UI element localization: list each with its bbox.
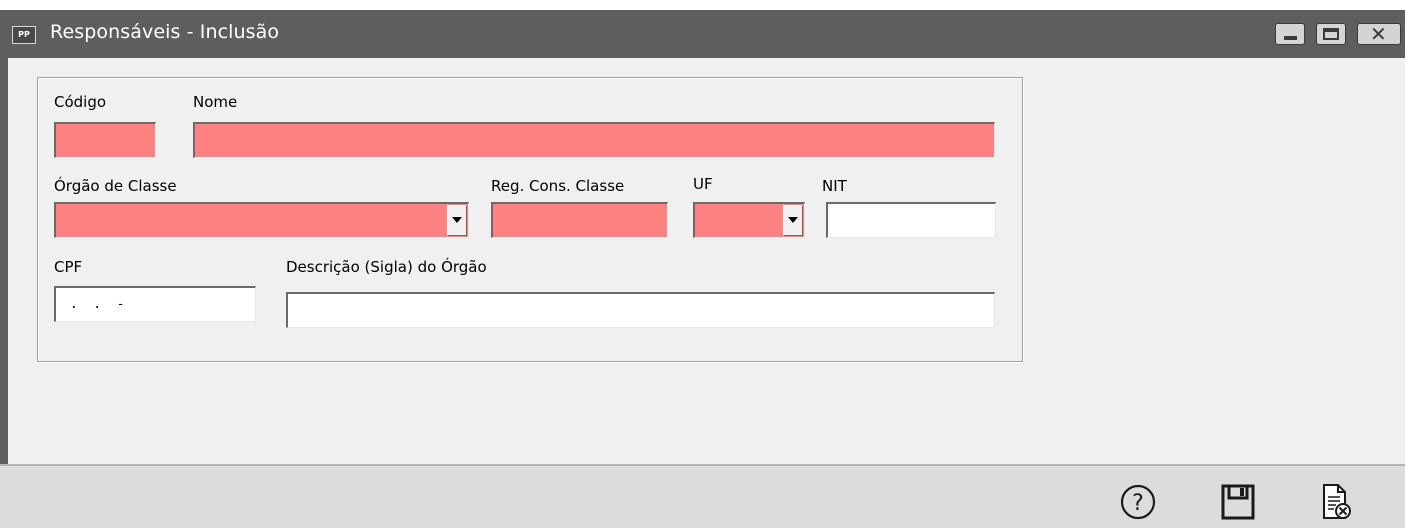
save-icon xyxy=(1221,484,1255,520)
orgao-classe-dropdown-button[interactable] xyxy=(447,205,467,236)
codigo-input[interactable] xyxy=(54,122,156,158)
reg-cons-classe-input[interactable] xyxy=(491,202,668,238)
close-icon: ✕ xyxy=(1370,22,1387,46)
main-window: PP Responsáveis - Inclusão ✕ Código Nome… xyxy=(0,10,1405,528)
cancel-button[interactable] xyxy=(1314,480,1358,524)
minimize-icon xyxy=(1284,36,1297,40)
descricao-orgao-label: Descrição (Sigla) do Órgão xyxy=(286,258,487,276)
uf-label: UF xyxy=(693,175,713,193)
cpf-label: CPF xyxy=(54,258,83,276)
nome-label: Nome xyxy=(193,93,238,111)
nome-input[interactable] xyxy=(193,122,995,158)
bottom-toolbar: ? xyxy=(0,464,1405,528)
cpf-input[interactable] xyxy=(54,286,256,322)
svg-text:?: ? xyxy=(1132,491,1144,516)
window-title: Responsáveis - Inclusão xyxy=(50,21,280,43)
descricao-orgao-input[interactable] xyxy=(286,292,995,328)
app-icon: PP xyxy=(12,26,36,44)
uf-dropdown-button[interactable] xyxy=(783,205,803,236)
title-bar[interactable]: PP Responsáveis - Inclusão ✕ xyxy=(0,10,1405,58)
reg-cons-classe-label: Reg. Cons. Classe xyxy=(491,177,625,195)
orgao-classe-label: Órgão de Classe xyxy=(54,177,177,195)
minimize-button[interactable] xyxy=(1275,23,1305,45)
save-button[interactable] xyxy=(1216,480,1260,524)
codigo-label: Código xyxy=(54,93,107,111)
chevron-down-icon xyxy=(788,217,798,223)
maximize-icon xyxy=(1323,28,1339,40)
help-icon: ? xyxy=(1120,484,1156,520)
close-button[interactable]: ✕ xyxy=(1357,22,1401,46)
nit-label: NIT xyxy=(822,177,847,195)
orgao-classe-select[interactable] xyxy=(54,202,469,238)
nit-input[interactable] xyxy=(826,202,996,238)
chevron-down-icon xyxy=(452,217,462,223)
help-button[interactable]: ? xyxy=(1116,480,1160,524)
cancel-document-icon xyxy=(1323,484,1351,519)
maximize-button[interactable] xyxy=(1316,23,1346,45)
uf-select[interactable] xyxy=(693,202,805,238)
